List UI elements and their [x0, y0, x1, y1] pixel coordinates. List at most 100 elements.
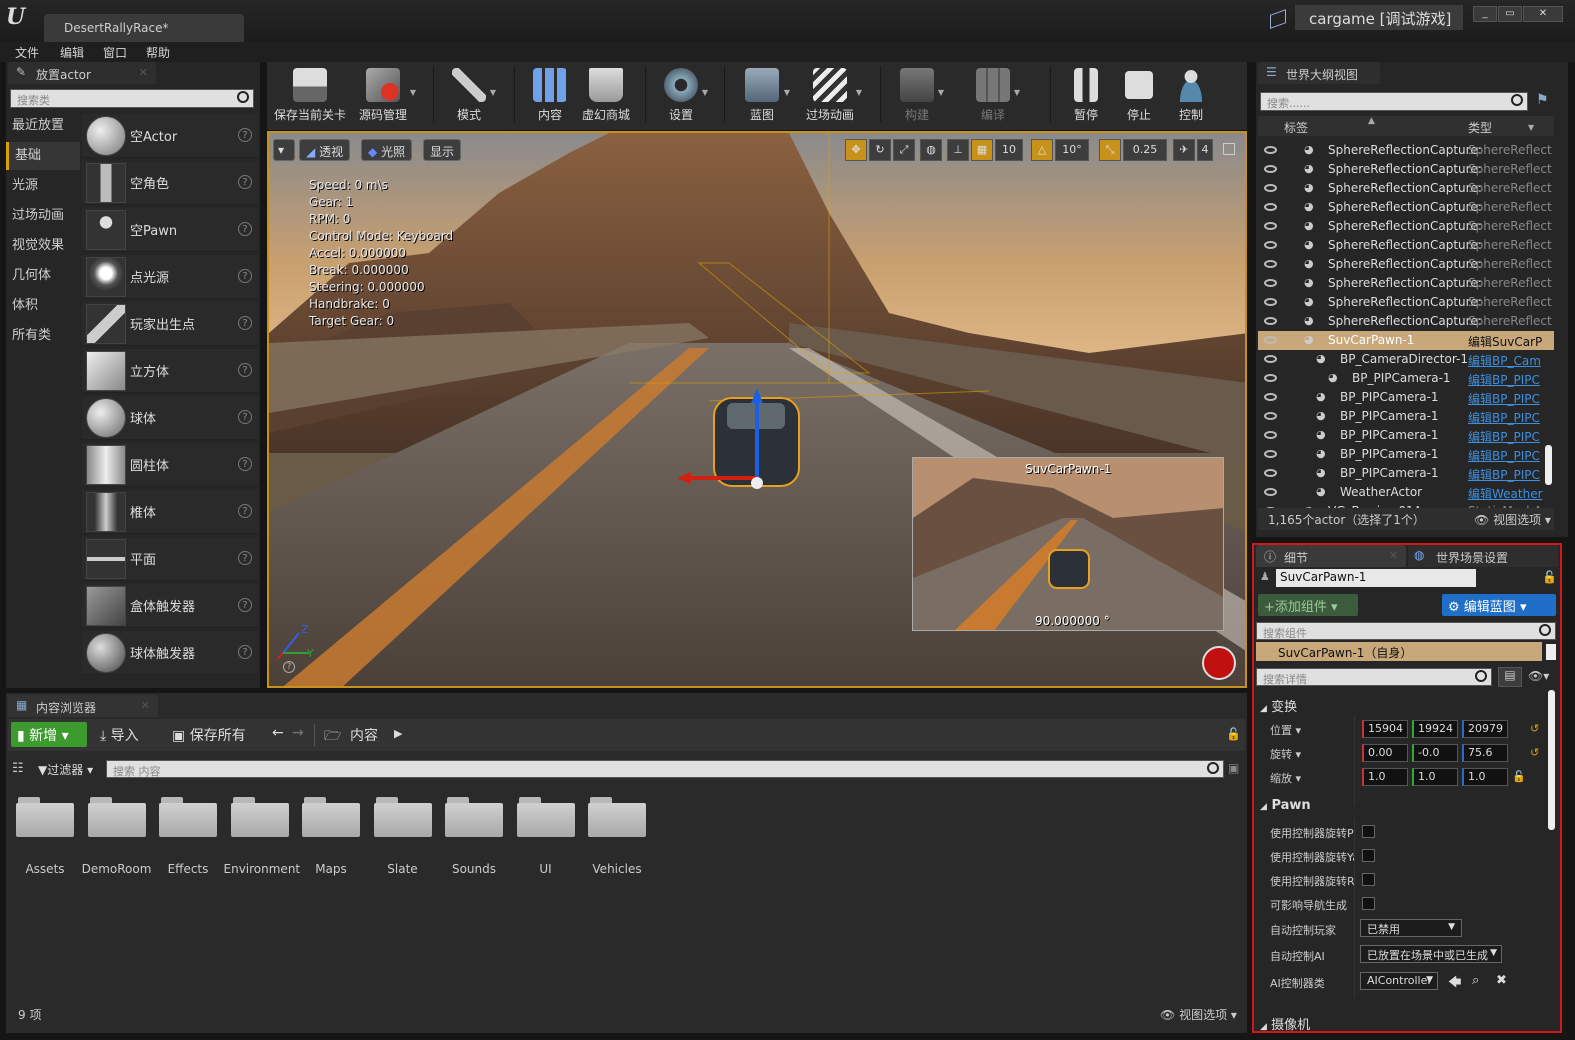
outliner-row[interactable]: ◕ SphereReflectionCapture: SphereReflect [1258, 274, 1554, 293]
grid-snap-value[interactable]: 10 [995, 139, 1023, 161]
component-list-scrollbar[interactable] [1546, 644, 1556, 660]
outliner-search-input[interactable]: 搜索...... [1260, 92, 1528, 111]
actor-item-plane[interactable]: 平面 ? [82, 537, 258, 581]
category-all-classes[interactable]: 所有类 [6, 322, 80, 350]
outliner-row[interactable]: ◕ BP_PIPCamera-1 编辑BP_PIPC [1258, 464, 1554, 483]
outliner-row-type[interactable]: 编辑Weather [1468, 485, 1543, 502]
actor-item-point-light[interactable]: 点光源 ? [82, 255, 258, 299]
sources-toggle-icon[interactable]: ☷ [12, 761, 24, 776]
visibility-eye-icon[interactable] [1264, 336, 1277, 344]
use-selected-arrow-icon[interactable]: 🡄 [1448, 973, 1461, 995]
scale-label[interactable]: 缩放 ▾ [1270, 770, 1301, 786]
actor-item-player-start[interactable]: 玩家出生点 ? [82, 302, 258, 346]
actor-item-empty-actor[interactable]: 空Actor ? [82, 114, 258, 158]
folder-label[interactable]: Maps [295, 862, 367, 876]
category-lights[interactable]: 光源 [6, 172, 80, 200]
outliner-row-type[interactable]: 编辑BP_Cam [1468, 352, 1541, 369]
location-label[interactable]: 位置 ▾ [1270, 722, 1301, 738]
self-component-row[interactable]: SuvCarPawn-1（自身） [1256, 642, 1542, 661]
pause-button[interactable]: 暂停 [1063, 62, 1109, 128]
component-search-input[interactable]: 搜索组件 [1256, 622, 1556, 640]
rotation-x-field[interactable]: 0.00 [1362, 744, 1408, 762]
outliner-row[interactable]: ◕ SphereReflectionCapture: SphereReflect [1258, 293, 1554, 312]
close-tab-icon[interactable]: ✕ [141, 699, 150, 712]
scale-snap-icon[interactable]: ⤡ [1099, 139, 1121, 161]
visibility-eye-icon[interactable] [1264, 355, 1277, 363]
help-icon[interactable]: ? [238, 222, 252, 236]
outliner-row[interactable]: ◕ SuvCarPawn-1 编辑SuvCarP [1258, 331, 1554, 350]
browse-magnifier-icon[interactable]: ⌕ [1472, 973, 1479, 988]
outliner-row-type[interactable]: 编辑BP_PIPC [1468, 390, 1540, 407]
folder-icon[interactable] [16, 795, 74, 837]
visibility-eye-icon[interactable] [1264, 146, 1277, 154]
modes-button[interactable]: 模式 ▼ [444, 62, 496, 128]
help-icon[interactable]: ? [238, 175, 252, 189]
actor-item-sphere-trigger[interactable]: 球体触发器 ? [82, 631, 258, 675]
outliner-row[interactable]: ◕ WeatherActor 编辑Weather [1258, 483, 1554, 502]
outliner-row-type[interactable]: 编辑BP_PIPC [1468, 428, 1540, 445]
column-dropdown-icon[interactable]: ▼ [1528, 123, 1534, 132]
save-all-button[interactable]: ▣ 保存所有 [172, 725, 246, 745]
outliner-row[interactable]: ◕ SphereReflectionCapture: SphereReflect [1258, 255, 1554, 274]
folder-label[interactable]: Environment [224, 862, 301, 876]
scale-lock-icon[interactable]: 🔓 [1512, 770, 1526, 783]
blueprints-button[interactable]: 蓝图 ▼ [736, 62, 790, 128]
maximize-button[interactable]: ▭ [1498, 6, 1522, 22]
lighting-button[interactable]: ◆ 光照 [361, 139, 413, 161]
close-tab-icon[interactable]: ✕ [139, 66, 148, 79]
help-icon[interactable]: ? [238, 410, 252, 424]
ai-controller-class-dropdown[interactable]: AIController ▼ [1360, 972, 1438, 990]
use-controller-pitch-checkbox[interactable] [1362, 825, 1375, 838]
visibility-eye-icon[interactable] [1264, 298, 1277, 306]
folder-icon[interactable] [516, 795, 575, 837]
add-new-button[interactable]: ▮ 新增 ▾ [11, 722, 87, 747]
auto-possess-player-dropdown[interactable]: 已禁用 ▼ [1360, 919, 1462, 937]
affect-navigation-checkbox[interactable] [1362, 897, 1375, 910]
content-button[interactable]: 内容 [527, 62, 573, 128]
settings-button[interactable]: 设置 ▼ [656, 62, 708, 128]
transform-section-header[interactable]: ◢ 变换 [1256, 694, 1546, 715]
maximize-viewport-icon[interactable] [1223, 143, 1235, 155]
actor-name-field[interactable]: SuvCarPawn-1 [1276, 569, 1476, 587]
breadcrumb-arrow-icon[interactable]: ▶ [394, 727, 402, 740]
outliner-scrollbar[interactable] [1545, 445, 1552, 485]
category-volumes[interactable]: 体积 [6, 292, 80, 320]
outliner-row[interactable]: ◕ SphereReflectionCapture: SphereReflect [1258, 217, 1554, 236]
perspective-button[interactable]: ◢ 透视 [299, 139, 351, 161]
cb-view-options-button[interactable]: 👁 视图选项 ▾ [1160, 1006, 1237, 1023]
show-button[interactable]: 显示 [423, 139, 462, 161]
rotate-icon[interactable]: ↻ [869, 139, 891, 161]
lock-icon[interactable]: 🔓 [1226, 727, 1241, 741]
dropdown-arrow-icon[interactable]: ▼ [856, 88, 862, 97]
help-icon[interactable]: ? [238, 363, 252, 377]
actor-item-box-trigger[interactable]: 盒体触发器 ? [82, 584, 258, 628]
visibility-eye-icon[interactable] [1264, 450, 1277, 458]
help-icon[interactable]: ? [238, 316, 252, 330]
tab-place-actor[interactable]: ✎ 放置actor ✕ [8, 62, 156, 84]
reset-location-icon[interactable]: ↺ [1530, 722, 1539, 735]
folder-label[interactable]: UI [510, 862, 582, 876]
category-basic[interactable]: 基础 [6, 142, 80, 170]
lock-icon[interactable]: 🔓 [1542, 570, 1557, 584]
outliner-row[interactable]: ◕ BP_PIPCamera-1 编辑BP_PIPC [1258, 426, 1554, 445]
use-controller-roll-checkbox[interactable] [1362, 873, 1375, 886]
save-search-icon[interactable]: ▣ [1228, 761, 1239, 775]
level-viewport[interactable]: ▾ ◢ 透视 ◆ 光照 显示 ✥ ↻ ⤢ ◍ ⊥ ▦ 10 △ 10° ⤡ 0.… [267, 131, 1247, 688]
details-scrollbar[interactable] [1548, 690, 1555, 830]
outliner-row-type[interactable]: 编辑BP_PIPC [1468, 409, 1540, 426]
eye-icon[interactable]: 👁▾ [1528, 669, 1549, 683]
actor-item-empty-character[interactable]: 空角色 ? [82, 161, 258, 205]
outliner-row[interactable]: ◕ SphereReflectionCapture: SphereReflect [1258, 179, 1554, 198]
folder-label[interactable]: Assets [9, 862, 81, 876]
folder-icon[interactable] [373, 795, 432, 837]
folder-label[interactable]: Sounds [438, 862, 510, 876]
help-icon[interactable]: ? [283, 661, 295, 673]
help-icon[interactable]: ? [238, 457, 252, 471]
save-level-button[interactable]: 保存当前关卡 [272, 62, 348, 128]
menu-window[interactable]: 窗口 [103, 44, 127, 61]
visibility-eye-icon[interactable] [1264, 203, 1277, 211]
possess-button[interactable]: 控制 [1168, 62, 1214, 128]
folder-icon[interactable] [445, 795, 503, 837]
rotation-snap-value[interactable]: 10° [1055, 139, 1089, 161]
folder-label[interactable]: DemoRoom [81, 862, 153, 876]
